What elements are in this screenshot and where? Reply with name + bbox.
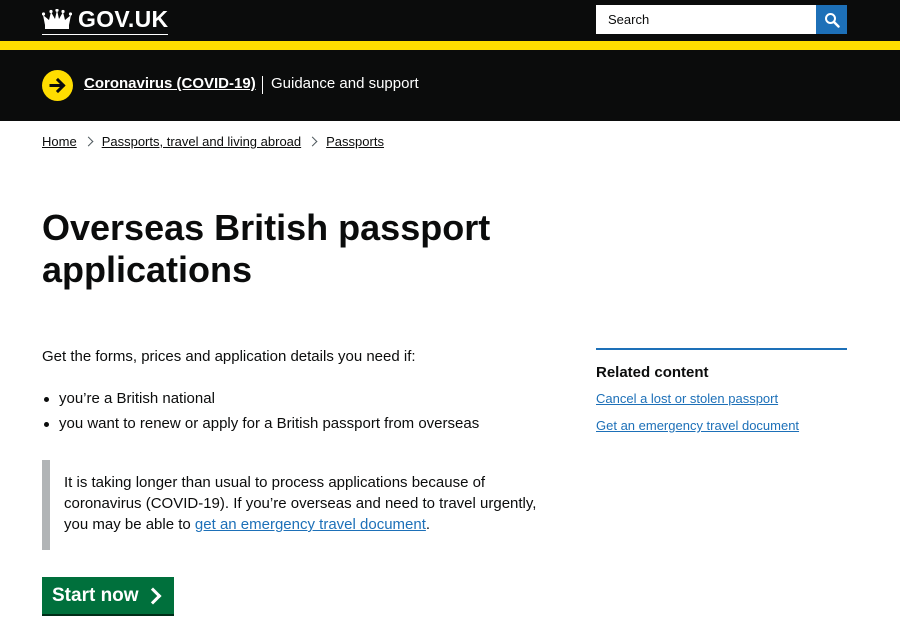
related-heading: Related content [596,364,709,381]
breadcrumb-passports-travel[interactable]: Passports, travel and living abroad [102,134,301,149]
start-now-button[interactable]: Start now [42,577,174,614]
govuk-logo-link[interactable]: GOV.UK [42,6,169,35]
breadcrumb-home[interactable]: Home [42,134,77,149]
banner-divider [262,76,263,94]
lead-paragraph: Get the forms, prices and application de… [42,348,416,365]
search-input[interactable] [596,5,816,34]
search-form [596,5,847,34]
inset-content: It is taking longer than usual to proces… [64,472,554,535]
related-content: Related content Cancel a lost or stolen … [596,348,847,433]
chevron-right-icon [83,136,94,147]
start-button-label: Start now [52,584,139,606]
search-icon [824,12,840,28]
eligibility-list: you’re a British national you want to re… [42,386,479,436]
related-link-cancel-passport[interactable]: Cancel a lost or stolen passport [596,391,847,406]
site-header: GOV.UK [0,0,900,41]
chevron-right-icon [144,587,162,604]
crown-icon [42,8,72,29]
breadcrumb: Home Passports, travel and living abroad… [42,134,384,149]
emergency-travel-document-link[interactable]: get an emergency travel document [195,516,426,533]
arrow-right-circle-icon [42,70,73,101]
covid-banner-text: Guidance and support [271,75,419,92]
breadcrumb-passports[interactable]: Passports [326,134,384,149]
covid-banner: Coronavirus (COVID-19) Guidance and supp… [0,50,900,121]
related-link-emergency-document[interactable]: Get an emergency travel document [596,418,847,433]
covid-link[interactable]: Coronavirus (COVID-19) [84,75,256,92]
logo-text: GOV.UK [78,6,169,32]
chevron-right-icon [307,136,318,147]
inset-text-after: . [425,516,431,533]
list-item: you want to renew or apply for a British… [42,411,479,436]
inset-text: It is taking longer than usual to proces… [42,460,542,550]
inset-border [42,460,50,550]
search-button[interactable] [816,5,847,34]
page-title: Overseas British passport applications [42,207,491,290]
header-accent-bar [0,41,900,50]
list-item: you’re a British national [42,386,479,411]
